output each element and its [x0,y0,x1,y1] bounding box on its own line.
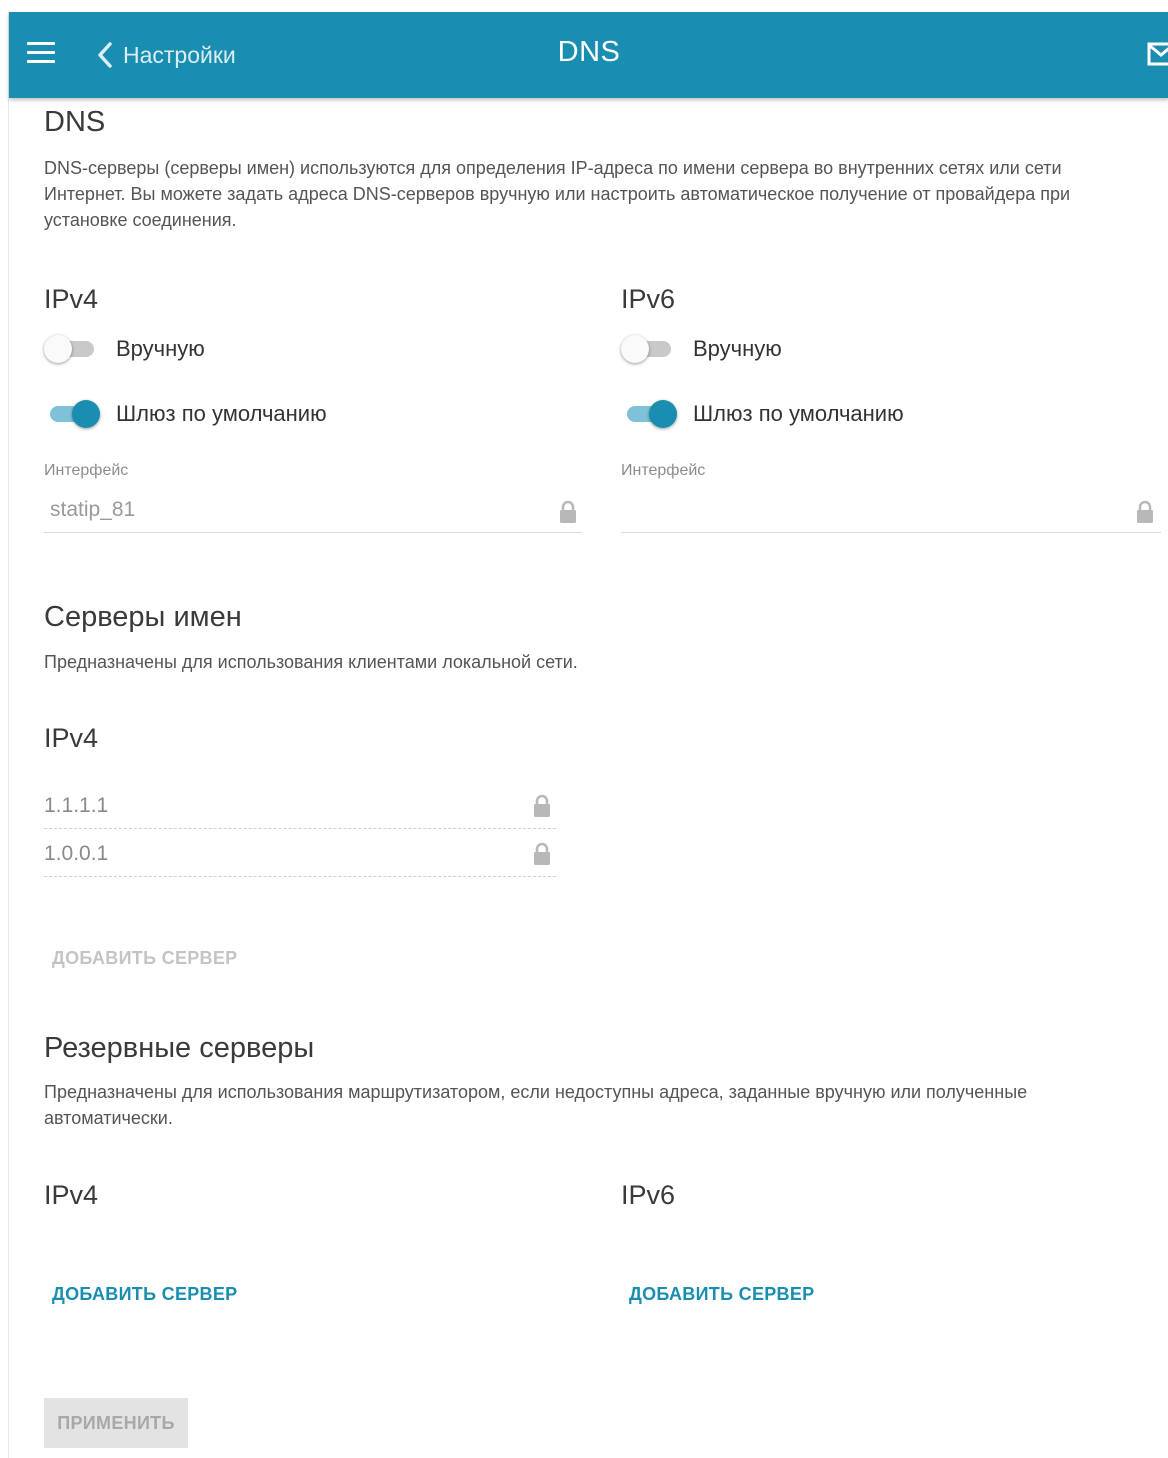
name-server-row[interactable]: 1.1.1.1 [44,782,556,829]
page-title: DNS [557,36,621,68]
ipv6-gateway-toggle-row[interactable]: Шлюз по умолчанию [621,399,904,429]
name-servers-title: Серверы имен [44,601,242,633]
page: Настройки DNS DNS DNS-серверы (серверы и… [8,12,1168,1458]
ipv6-interface-label: Интерфейс [621,462,706,479]
ipv4-interface-field: statip_81 [44,492,582,533]
lock-icon [534,842,550,865]
backup-servers-description: Предназначены для использования маршрути… [44,1082,1028,1128]
ipv6-manual-toggle-row[interactable]: Вручную [621,334,782,364]
ipv6-manual-label: Вручную [693,336,782,361]
add-backup-ipv4-server-button[interactable]: ДОБАВИТЬ СЕРВЕР [52,1284,237,1305]
ipv4-default-gateway-toggle[interactable] [44,399,100,429]
dns-section-description: DNS-серверы (серверы имен) используются … [44,158,1071,230]
name-servers-description: Предназначены для использования клиентам… [44,652,578,672]
name-server-address: 1.1.1.1 [44,794,109,817]
ipv6-default-gateway-label: Шлюз по умолчанию [693,401,904,426]
name-server-row[interactable]: 1.0.0.1 [44,830,556,877]
dns-section-title: DNS [44,106,106,138]
name-servers-ipv4-title: IPv4 [44,723,99,753]
backup-servers-title: Резервные серверы [44,1032,315,1064]
lock-icon [534,794,550,817]
ipv4-gateway-toggle-row[interactable]: Шлюз по умолчанию [44,399,327,429]
ipv4-manual-toggle-row[interactable]: Вручную [44,334,205,364]
lock-icon [560,500,576,523]
dns-ipv4-title: IPv4 [44,284,99,314]
lock-icon [1137,500,1153,523]
ipv4-interface-label: Интерфейс [44,462,129,479]
ipv6-default-gateway-toggle[interactable] [621,399,677,429]
add-backup-ipv6-server-button[interactable]: ДОБАВИТЬ СЕРВЕР [629,1284,814,1305]
ipv4-manual-toggle[interactable] [44,334,100,364]
ipv4-manual-label: Вручную [116,336,205,361]
ipv4-interface-value: statip_81 [50,498,136,521]
backup-ipv4-title: IPv4 [44,1180,99,1210]
add-name-server-button[interactable]: ДОБАВИТЬ СЕРВЕР [52,948,237,969]
dns-ipv6-title: IPv6 [621,284,676,314]
ipv4-default-gateway-label: Шлюз по умолчанию [116,401,327,426]
top-bar: Настройки DNS [9,12,1168,98]
mail-icon[interactable] [1147,42,1168,66]
ipv6-manual-toggle[interactable] [621,334,677,364]
name-server-address: 1.0.0.1 [44,842,109,865]
apply-button[interactable]: ПРИМЕНИТЬ [44,1398,188,1448]
ipv6-interface-field [621,492,1161,533]
backup-ipv6-title: IPv6 [621,1180,676,1210]
